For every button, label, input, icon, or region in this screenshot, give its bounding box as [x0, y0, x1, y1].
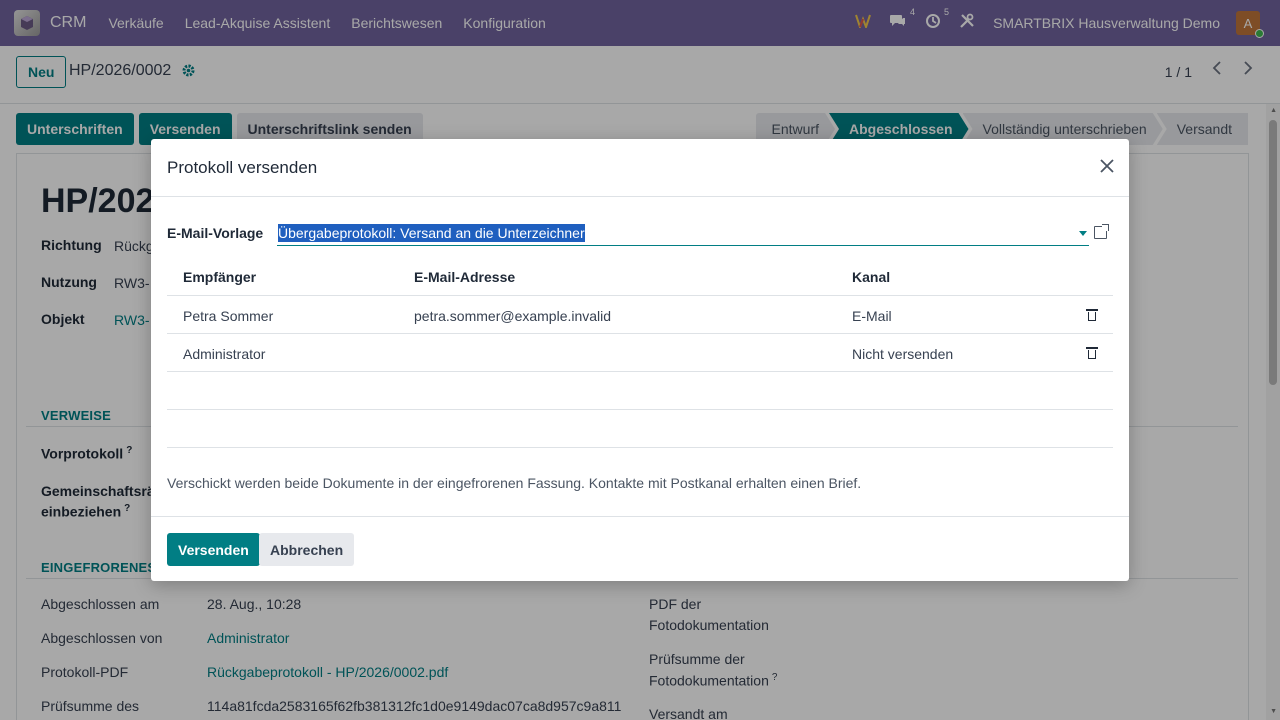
table-divider	[167, 295, 1113, 296]
column-header-email[interactable]: E-Mail-Adresse	[414, 269, 515, 285]
email-template-input[interactable]: Übergabeprotokoll: Versand an die Unterz…	[277, 222, 1089, 246]
email-template-value[interactable]: Übergabeprotokoll: Versand an die Unterz…	[278, 224, 585, 242]
recipient-email[interactable]: petra.sommer@example.invalid	[414, 308, 611, 324]
recipient-channel[interactable]: E-Mail	[852, 308, 892, 324]
recipient-name[interactable]: Petra Sommer	[183, 308, 273, 324]
table-divider	[167, 333, 1113, 334]
table-divider	[167, 447, 1113, 448]
recipient-name[interactable]: Administrator	[183, 346, 265, 362]
dropdown-caret-icon[interactable]	[1079, 231, 1087, 236]
close-icon[interactable]	[1099, 155, 1115, 179]
dialog-cancel-button[interactable]: Abbrechen	[259, 533, 355, 566]
dialog-header: Protokoll versenden	[151, 139, 1129, 197]
dialog-footer: Versenden Abbrechen	[151, 516, 1129, 581]
email-template-label: E-Mail-Vorlage	[167, 225, 264, 241]
recipient-channel[interactable]: Nicht versenden	[852, 346, 953, 362]
dialog-title: Protokoll versenden	[167, 158, 318, 177]
external-link-icon[interactable]	[1094, 224, 1109, 239]
dialog-note: Verschickt werden beide Dokumente in der…	[167, 475, 862, 491]
dialog-send-button[interactable]: Versenden	[167, 533, 260, 566]
table-divider	[167, 409, 1113, 410]
column-header-channel[interactable]: Kanal	[852, 269, 890, 285]
table-divider	[167, 371, 1113, 372]
send-protocol-dialog: Protokoll versenden E-Mail-Vorlage Überg…	[151, 139, 1129, 581]
column-header-recipient[interactable]: Empfänger	[183, 269, 256, 285]
trash-icon[interactable]	[1086, 309, 1098, 321]
trash-icon[interactable]	[1086, 347, 1098, 359]
